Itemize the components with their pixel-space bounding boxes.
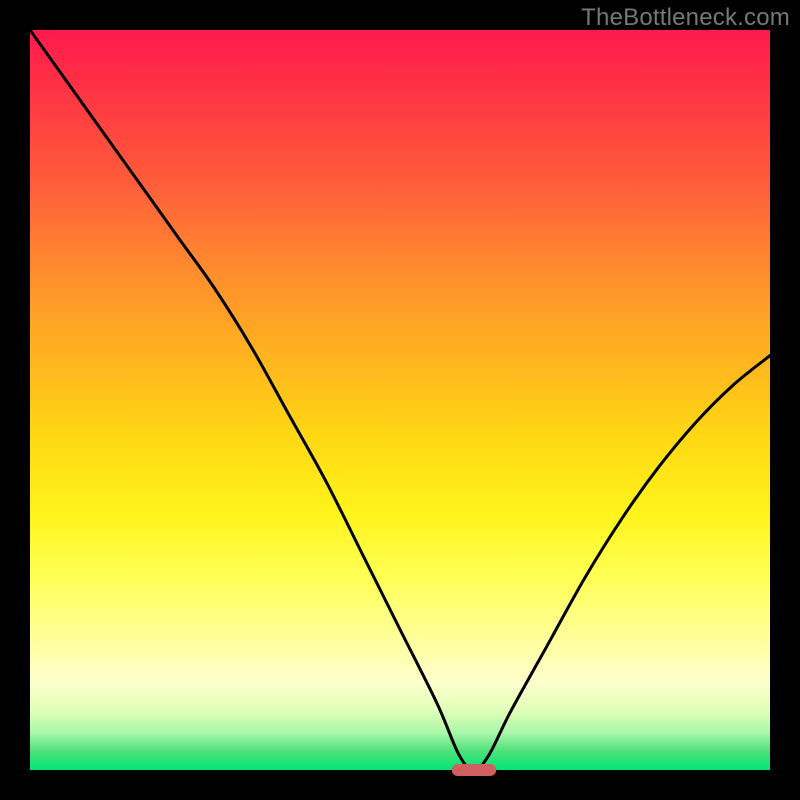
bottleneck-curve — [30, 30, 770, 770]
minimum-marker — [452, 764, 496, 776]
plot-area — [30, 30, 770, 770]
watermark-text: TheBottleneck.com — [581, 4, 790, 32]
bottleneck-curve-svg — [30, 30, 770, 770]
chart-frame: TheBottleneck.com — [0, 0, 800, 800]
